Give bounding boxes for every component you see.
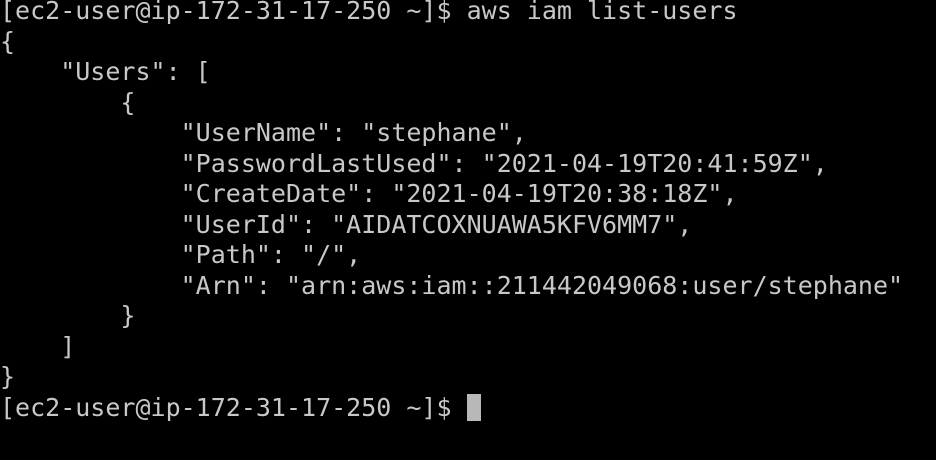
shell-prompt: [ec2-user@ip-172-31-17-250 ~]$ xyxy=(0,392,467,422)
output-line: { xyxy=(0,87,136,117)
output-line: ] xyxy=(0,331,76,361)
shell-prompt: [ec2-user@ip-172-31-17-250 ~]$ xyxy=(0,0,467,25)
output-line: "UserName": "stephane", xyxy=(0,118,527,147)
output-line: "UserId": "AIDATCOXNUAWA5KFV6MM7", xyxy=(0,209,693,239)
output-line: "Arn": "arn:aws:iam::211442049068:user/s… xyxy=(0,270,904,300)
output-line: "CreateDate": "2021-04-19T20:38:18Z", xyxy=(0,179,738,208)
output-line: } xyxy=(0,362,16,391)
command-line: [ec2-user@ip-172-31-17-250 ~]$ aws iam l… xyxy=(0,0,936,27)
output-line: "PasswordLastUsed": "2021-04-19T20:41:59… xyxy=(0,148,828,178)
output-line: "Users": [ xyxy=(0,57,211,86)
output-line: { xyxy=(0,26,16,56)
output-line: "Path": "/", xyxy=(0,240,362,269)
output-line: } xyxy=(0,301,136,330)
input-line[interactable]: [ec2-user@ip-172-31-17-250 ~]$ xyxy=(0,393,936,424)
terminal-window[interactable]: [ec2-user@ip-172-31-17-250 ~]$ aws iam l… xyxy=(0,0,936,423)
command-text: aws iam list-users xyxy=(466,0,738,25)
text-cursor xyxy=(466,393,481,421)
